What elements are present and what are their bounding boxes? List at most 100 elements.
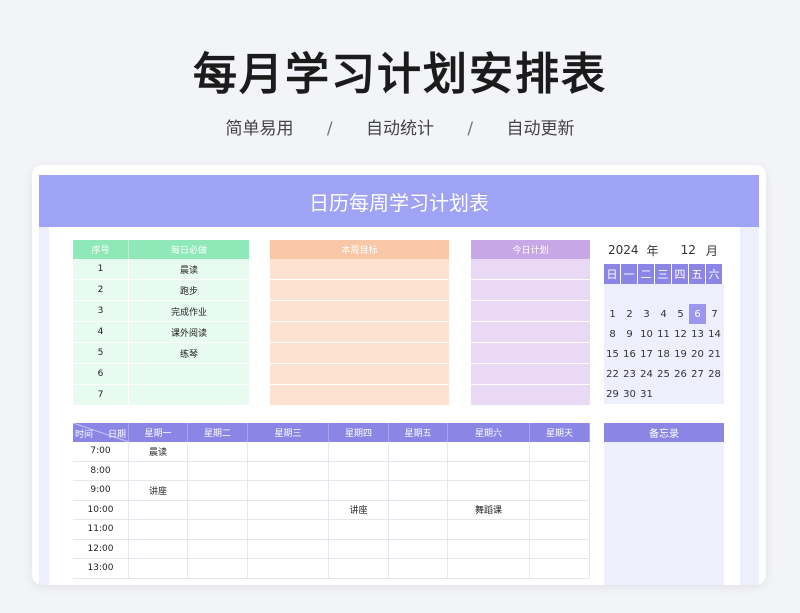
row-no[interactable]: 3 [73, 301, 129, 322]
calendar-day[interactable]: 22 [604, 364, 621, 384]
calendar-day[interactable]: 15 [604, 344, 621, 364]
table-row[interactable]: 4 课外阅读 [73, 322, 249, 343]
schedule-cell[interactable] [389, 559, 448, 579]
schedule-cell[interactable]: 讲座 [129, 481, 188, 501]
weekly-goal-cell[interactable] [270, 259, 449, 280]
calendar-day[interactable]: 13 [689, 324, 706, 344]
calendar-day[interactable]: 6 [689, 304, 706, 324]
schedule-cell[interactable] [389, 442, 448, 462]
schedule-cell[interactable] [530, 559, 590, 579]
schedule-cell[interactable] [329, 461, 389, 481]
calendar-day[interactable]: 11 [655, 324, 672, 344]
schedule-cell[interactable] [188, 500, 248, 520]
weekly-goal-cell[interactable] [270, 301, 449, 322]
today-plan-cell[interactable] [471, 385, 590, 406]
schedule-cell[interactable] [248, 461, 329, 481]
calendar-day[interactable]: 14 [706, 324, 723, 344]
calendar-day[interactable]: 24 [638, 364, 655, 384]
schedule-cell[interactable] [248, 559, 329, 579]
schedule-cell[interactable] [389, 500, 448, 520]
calendar-day[interactable]: 4 [655, 304, 672, 324]
row-task[interactable]: 晨读 [129, 259, 249, 280]
row-no[interactable]: 4 [73, 322, 129, 343]
schedule-cell[interactable] [530, 442, 590, 462]
row-task[interactable]: 完成作业 [129, 301, 249, 322]
schedule-cell[interactable] [329, 481, 389, 501]
weekly-goal-cell[interactable] [270, 364, 449, 385]
schedule-cell[interactable] [530, 520, 590, 540]
calendar-day[interactable]: 21 [706, 344, 723, 364]
calendar-day[interactable]: 1 [604, 304, 621, 324]
today-plan-cell[interactable] [471, 343, 590, 364]
schedule-cell[interactable] [448, 559, 530, 579]
schedule-cell[interactable] [188, 461, 248, 481]
schedule-cell[interactable] [448, 520, 530, 540]
schedule-cell[interactable] [448, 442, 530, 462]
calendar-year[interactable]: 2024 [608, 243, 639, 257]
weekly-goal-cell[interactable] [270, 280, 449, 301]
calendar-day[interactable]: 25 [655, 364, 672, 384]
row-task[interactable]: 课外阅读 [129, 322, 249, 343]
schedule-cell[interactable]: 晨读 [129, 442, 188, 462]
schedule-cell[interactable] [530, 500, 590, 520]
schedule-cell[interactable] [329, 559, 389, 579]
schedule-cell[interactable] [530, 539, 590, 559]
table-row[interactable]: 6 [73, 364, 249, 385]
calendar-day[interactable]: 23 [621, 364, 638, 384]
calendar-day[interactable]: 26 [672, 364, 689, 384]
calendar-day[interactable]: 16 [621, 344, 638, 364]
schedule-cell[interactable] [389, 520, 448, 540]
weekly-goal-cell[interactable] [270, 385, 449, 406]
weekly-goal-cell[interactable] [270, 343, 449, 364]
schedule-cell[interactable] [389, 481, 448, 501]
schedule-cell[interactable] [448, 539, 530, 559]
calendar-day[interactable]: 10 [638, 324, 655, 344]
schedule-cell[interactable] [188, 539, 248, 559]
schedule-cell[interactable] [389, 461, 448, 481]
schedule-cell[interactable] [530, 481, 590, 501]
schedule-cell[interactable] [248, 520, 329, 540]
table-row[interactable]: 3 完成作业 [73, 301, 249, 322]
row-task[interactable]: 跑步 [129, 280, 249, 301]
schedule-cell[interactable] [248, 500, 329, 520]
row-no[interactable]: 6 [73, 364, 129, 385]
schedule-cell[interactable] [248, 481, 329, 501]
calendar-day[interactable]: 18 [655, 344, 672, 364]
table-row[interactable]: 1 晨读 [73, 259, 249, 280]
today-plan-cell[interactable] [471, 322, 590, 343]
calendar-day[interactable]: 9 [621, 324, 638, 344]
calendar-day[interactable]: 31 [638, 384, 655, 404]
row-task[interactable] [129, 364, 249, 385]
calendar-day[interactable]: 3 [638, 304, 655, 324]
calendar-day[interactable]: 17 [638, 344, 655, 364]
calendar-day[interactable]: 19 [672, 344, 689, 364]
table-row[interactable]: 7 [73, 385, 249, 406]
schedule-cell[interactable] [329, 520, 389, 540]
calendar-month[interactable]: 12 [681, 243, 696, 257]
schedule-cell[interactable] [248, 442, 329, 462]
schedule-cell[interactable] [188, 559, 248, 579]
row-task[interactable] [129, 385, 249, 406]
schedule-cell[interactable] [129, 520, 188, 540]
today-plan-cell[interactable] [471, 301, 590, 322]
calendar-day[interactable]: 8 [604, 324, 621, 344]
row-no[interactable]: 5 [73, 343, 129, 364]
calendar-day[interactable]: 29 [604, 384, 621, 404]
schedule-cell[interactable] [248, 539, 329, 559]
calendar-day[interactable]: 5 [672, 304, 689, 324]
schedule-cell[interactable] [389, 539, 448, 559]
row-no[interactable]: 1 [73, 259, 129, 280]
calendar-day[interactable]: 7 [706, 304, 723, 324]
schedule-cell[interactable] [329, 442, 389, 462]
calendar-day[interactable]: 2 [621, 304, 638, 324]
calendar-day[interactable]: 27 [689, 364, 706, 384]
schedule-cell[interactable] [129, 539, 188, 559]
schedule-cell[interactable] [129, 500, 188, 520]
calendar-day[interactable]: 28 [706, 364, 723, 384]
schedule-cell[interactable] [329, 539, 389, 559]
schedule-cell[interactable]: 讲座 [329, 500, 389, 520]
memo-panel[interactable]: 备忘录 [604, 423, 724, 585]
schedule-cell[interactable] [530, 461, 590, 481]
schedule-cell[interactable] [129, 559, 188, 579]
schedule-cell[interactable] [448, 481, 530, 501]
